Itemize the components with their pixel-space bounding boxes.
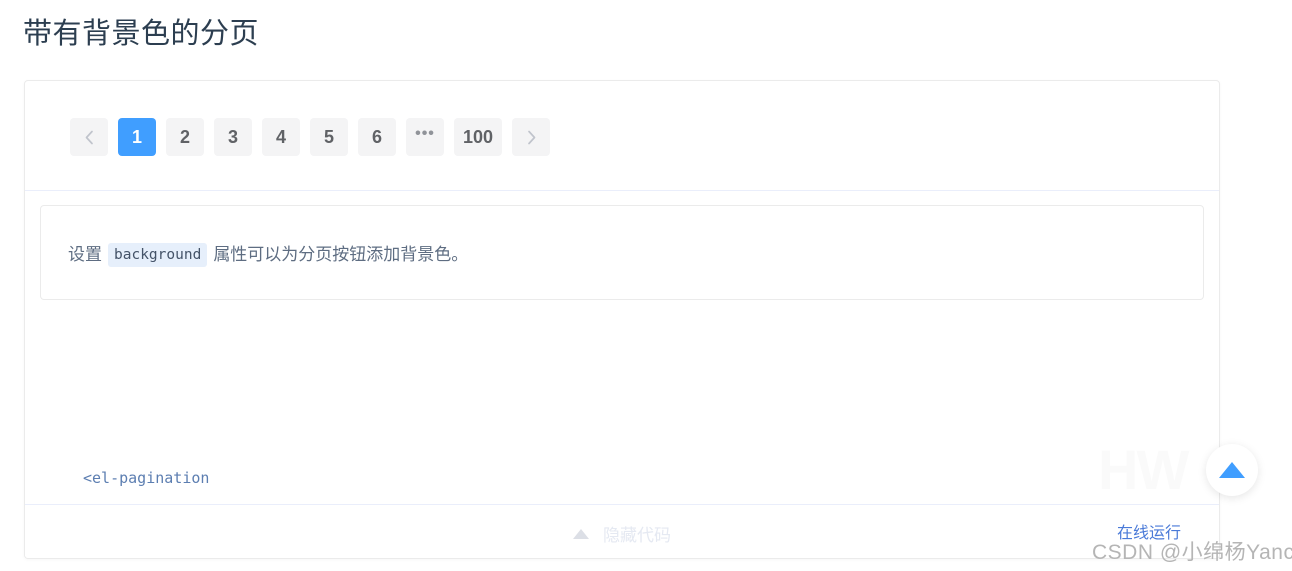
pagination-page-1[interactable]: 1 — [118, 118, 156, 156]
hide-code-button[interactable]: 隐藏代码 — [25, 521, 1219, 546]
hide-code-label: 隐藏代码 — [603, 526, 671, 545]
pagination-page-6[interactable]: 6 — [358, 118, 396, 156]
page-root: 带有背景色的分页 1 2 3 4 5 6 ••• 100 <el-paginat… — [0, 0, 1292, 571]
pagination-page-4[interactable]: 4 — [262, 118, 300, 156]
caret-up-icon — [573, 528, 589, 539]
description-prefix: 设置 — [68, 245, 102, 264]
pagination-next-button[interactable] — [512, 118, 550, 156]
pagination-page-3[interactable]: 3 — [214, 118, 252, 156]
description-box: 设置 background 属性可以为分页按钮添加背景色。 — [40, 205, 1204, 300]
pagination-demo-stage: 1 2 3 4 5 6 ••• 100 — [25, 81, 1219, 191]
triangle-up-icon — [1219, 462, 1245, 478]
pagination-ellipsis-button[interactable]: ••• — [406, 118, 444, 156]
demo-card: 1 2 3 4 5 6 ••• 100 <el-pagination 隐藏代码 … — [24, 80, 1220, 559]
code-line: <el-pagination — [83, 469, 210, 487]
chevron-right-icon — [525, 129, 538, 146]
code-footer-toolbar: 隐藏代码 在线运行 — [25, 504, 1219, 558]
pagination-prev-button[interactable] — [70, 118, 108, 156]
pagination: 1 2 3 4 5 6 ••• 100 — [70, 118, 550, 156]
back-to-top-button[interactable] — [1206, 444, 1258, 496]
chevron-left-icon — [83, 129, 96, 146]
pagination-page-last[interactable]: 100 — [454, 118, 502, 156]
pagination-page-5[interactable]: 5 — [310, 118, 348, 156]
description-code-chip: background — [108, 243, 208, 267]
pagination-page-2[interactable]: 2 — [166, 118, 204, 156]
description-suffix: 属性可以为分页按钮添加背景色。 — [213, 245, 469, 264]
description-text: 设置 background 属性可以为分页按钮添加背景色。 — [68, 243, 468, 267]
page-title: 带有背景色的分页 — [23, 18, 260, 50]
run-online-link[interactable]: 在线运行 — [1117, 519, 1181, 543]
